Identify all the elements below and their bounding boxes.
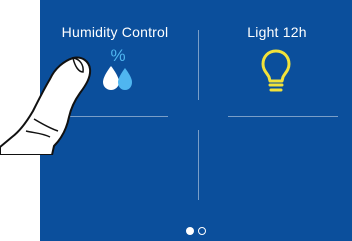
tile-light[interactable]: Light 12h bbox=[202, 0, 352, 112]
light-bulb-icon bbox=[260, 48, 292, 94]
tile-label: Humidity Control bbox=[61, 24, 169, 40]
tile-label: Light 12h bbox=[247, 24, 307, 40]
humidity-icon: % bbox=[98, 44, 138, 92]
page-dot-active[interactable] bbox=[186, 227, 194, 235]
grid-divider-vertical-top bbox=[198, 30, 199, 100]
page-dot-inactive[interactable] bbox=[198, 227, 206, 235]
pagination-dots bbox=[40, 227, 352, 235]
pointing-hand-icon bbox=[0, 45, 100, 156]
svg-text:%: % bbox=[110, 46, 125, 65]
grid-divider-vertical-bottom bbox=[198, 130, 199, 200]
grid-divider-horizontal-right bbox=[228, 116, 338, 117]
tile-empty-bottom-right bbox=[202, 120, 352, 220]
